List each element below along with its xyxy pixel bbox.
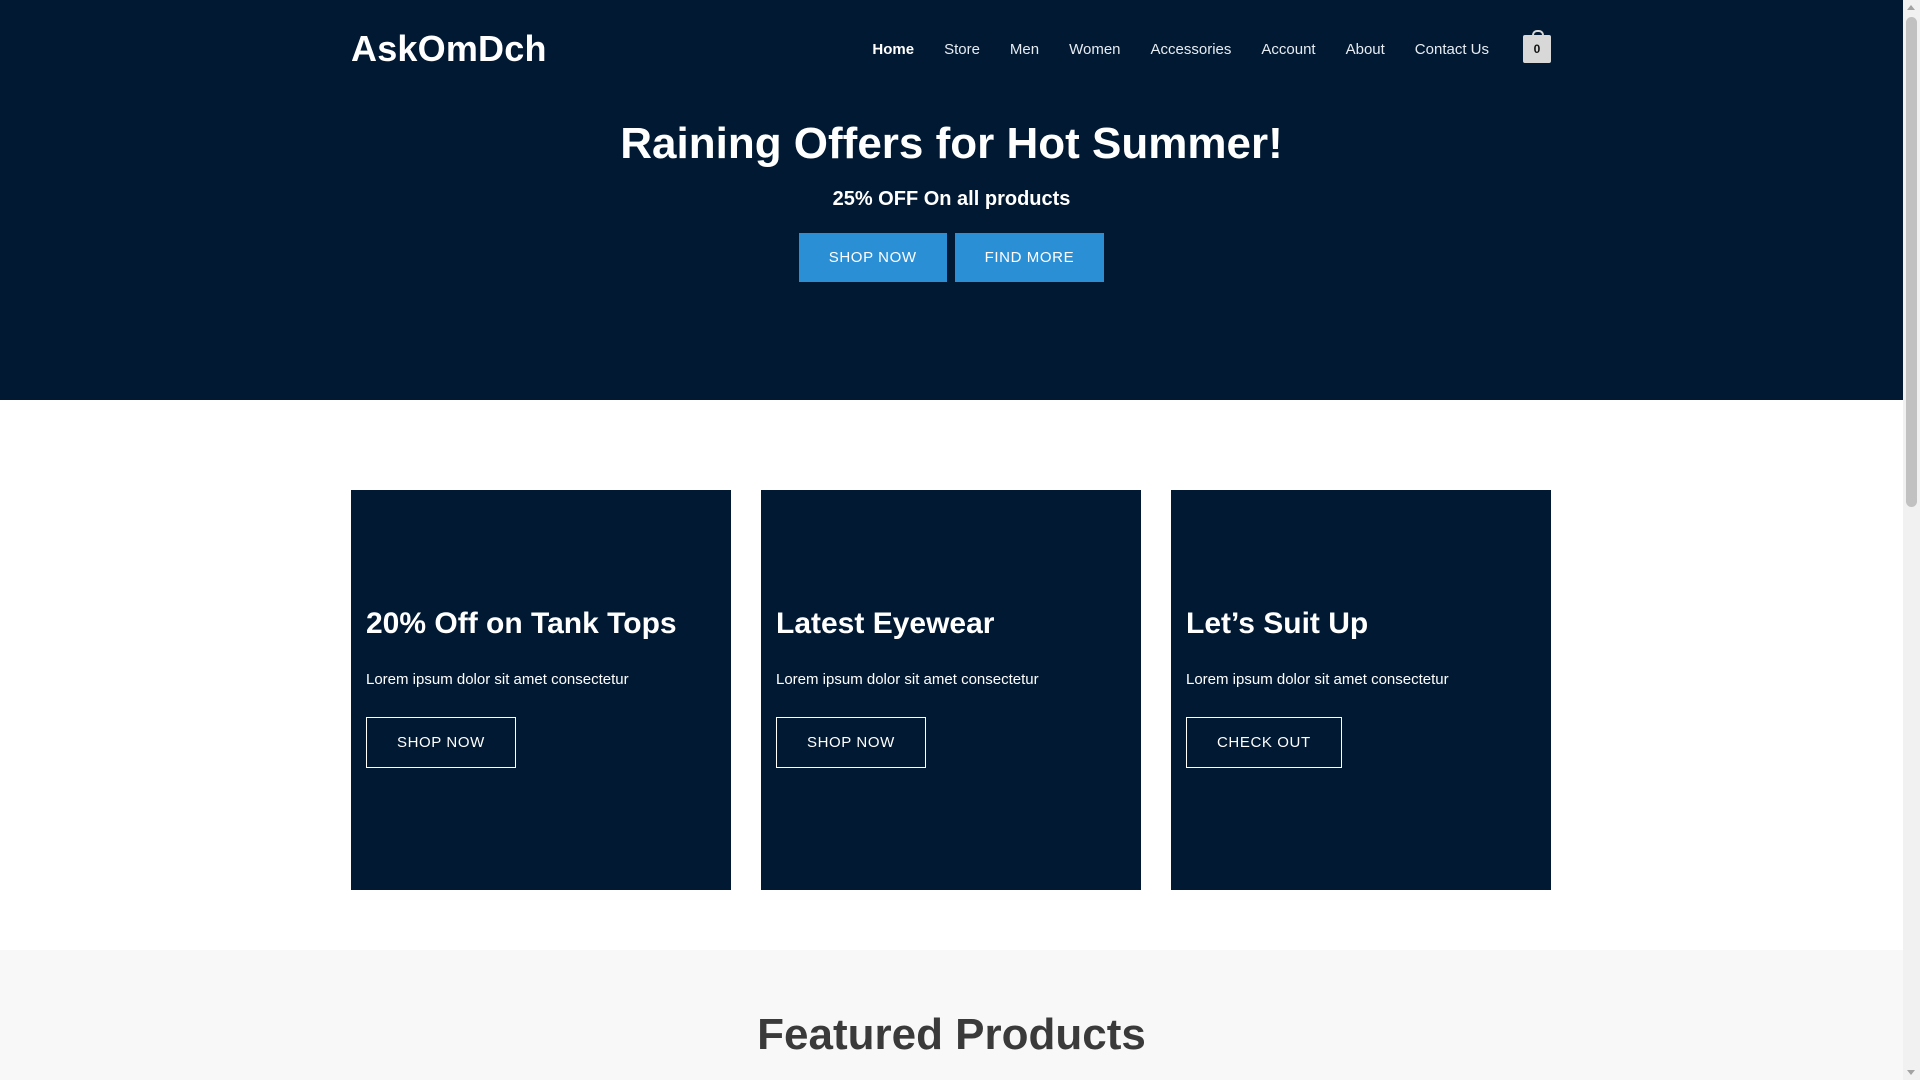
main-nav: Home Store Men Women Accessories Account… xyxy=(842,30,1551,63)
hero-title: Raining Offers for Hot Summer! xyxy=(620,119,1283,168)
promo-card-text: Lorem ipsum dolor sit amet consectetur xyxy=(366,671,629,688)
promo-card-text: Lorem ipsum dolor sit amet consectetur xyxy=(1186,671,1449,688)
scroll-up-arrow-icon[interactable] xyxy=(1907,5,1915,10)
promo-card-title: 20% Off on Tank Tops xyxy=(366,607,677,640)
site-header: AskOmDch Home Store Men Women Accessorie… xyxy=(351,0,1551,98)
nav-women[interactable]: Women xyxy=(1069,41,1120,58)
scroll-down-arrow-icon[interactable] xyxy=(1907,1070,1915,1075)
nav-contact-us[interactable]: Contact Us xyxy=(1415,41,1489,58)
site-logo[interactable]: AskOmDch xyxy=(351,28,547,70)
scrollbar-thumb[interactable] xyxy=(1906,17,1917,507)
hero-shop-now-button[interactable]: SHOP NOW xyxy=(798,233,947,282)
page: AskOmDch Home Store Men Women Accessorie… xyxy=(0,0,1903,1080)
hero-section: AskOmDch Home Store Men Women Accessorie… xyxy=(0,0,1903,400)
suit-up-check-out-button[interactable]: CHECK OUT xyxy=(1186,717,1342,768)
promo-card-eyewear: Latest Eyewear Lorem ipsum dolor sit ame… xyxy=(761,490,1141,890)
hero-content: Raining Offers for Hot Summer! 25% OFF O… xyxy=(0,112,1903,282)
promo-card-title: Latest Eyewear xyxy=(776,607,995,640)
cart-count: 0 xyxy=(1533,42,1541,56)
promo-card-title: Let’s Suit Up xyxy=(1186,607,1369,640)
featured-title: Featured Products xyxy=(757,1010,1146,1059)
promo-card-text: Lorem ipsum dolor sit amet consectetur xyxy=(776,671,1039,688)
promo-cards: 20% Off on Tank Tops Lorem ipsum dolor s… xyxy=(351,490,1551,890)
nav-store[interactable]: Store xyxy=(944,41,980,58)
nav-about[interactable]: About xyxy=(1346,41,1385,58)
promo-card-tank-tops: 20% Off on Tank Tops Lorem ipsum dolor s… xyxy=(351,490,731,890)
nav-accessories[interactable]: Accessories xyxy=(1151,41,1232,58)
tank-tops-shop-now-button[interactable]: SHOP NOW xyxy=(366,717,516,768)
nav-men[interactable]: Men xyxy=(1010,41,1039,58)
vertical-scrollbar[interactable] xyxy=(1903,0,1920,1080)
featured-section: Featured Products xyxy=(0,950,1903,1080)
hero-buttons: SHOP NOW FIND MORE xyxy=(0,233,1903,282)
nav-home[interactable]: Home xyxy=(872,41,914,58)
hero-subtitle: 25% OFF On all products xyxy=(832,188,1071,210)
eyewear-shop-now-button[interactable]: SHOP NOW xyxy=(776,717,926,768)
promo-card-suit-up: Let’s Suit Up Lorem ipsum dolor sit amet… xyxy=(1171,490,1551,890)
nav-account[interactable]: Account xyxy=(1261,41,1315,58)
cart-icon[interactable]: 0 xyxy=(1523,30,1551,63)
hero-find-more-button[interactable]: FIND MORE xyxy=(954,233,1105,282)
